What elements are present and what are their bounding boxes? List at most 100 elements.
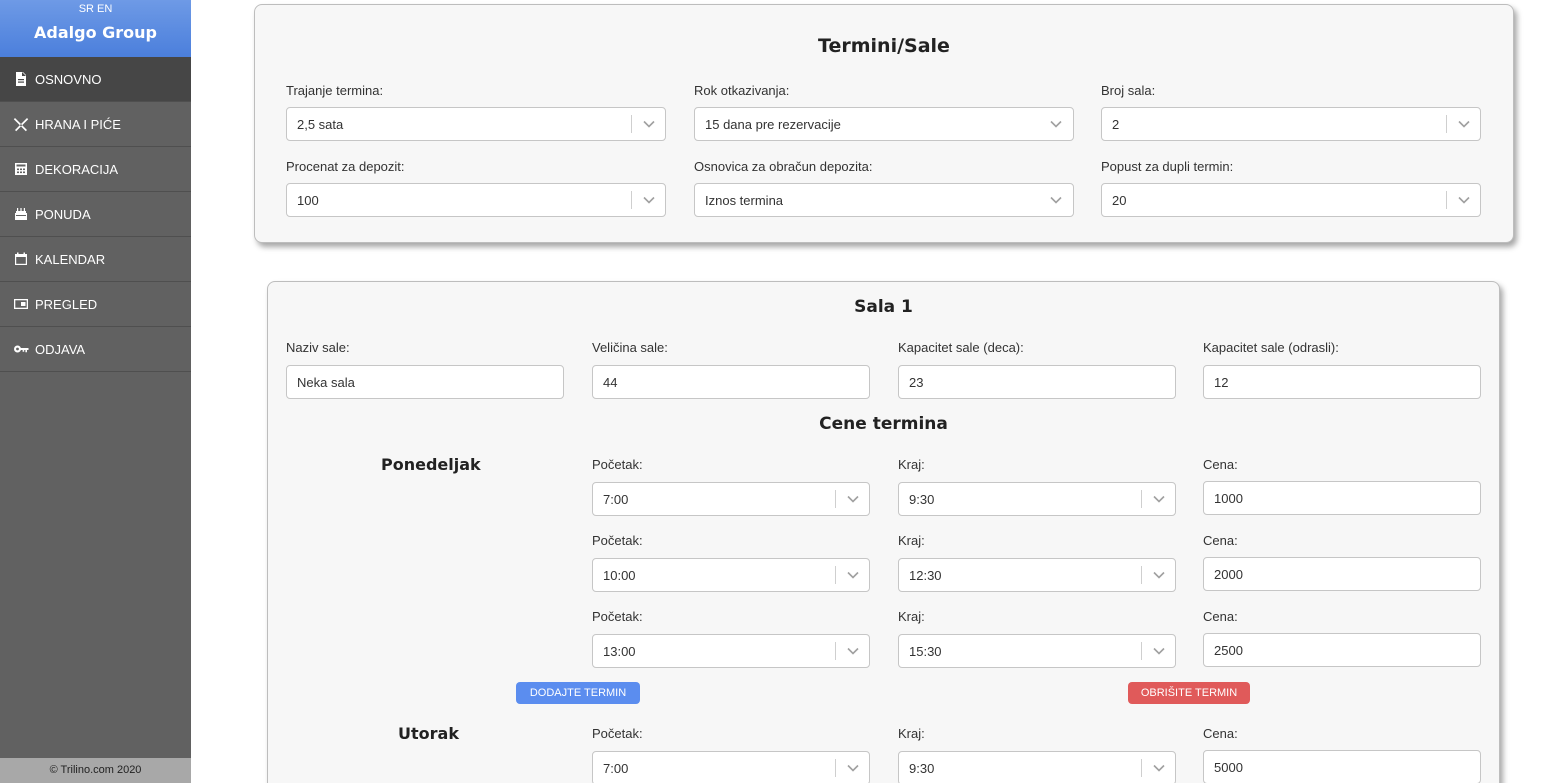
brand-header: SR EN Adalgo Group (0, 0, 191, 57)
termini-sale-title: Termini/Sale (818, 35, 950, 57)
kapacitet-odrasli-value: 12 (1214, 374, 1229, 390)
procenat-label: Procenat za depozit: (286, 159, 405, 174)
trajanje-label: Trajanje termina: (286, 83, 384, 98)
kapacitet-odrasli-label: Kapacitet sale (odrasli): (1203, 340, 1339, 355)
lang-en-link[interactable]: EN (97, 3, 112, 15)
rok-label: Rok otkazivanja: (694, 83, 790, 98)
broj-sala-value: 2 (1112, 116, 1120, 132)
sidebar-item-label: PREGLED (35, 296, 98, 312)
sidebar-item-label: PONUDA (35, 206, 91, 222)
trajanje-select[interactable]: 2,5 sata (286, 107, 666, 141)
delete-termin-button[interactable]: OBRIŠITE TERMIN (1128, 682, 1250, 704)
pocetak-label: Početak: (592, 726, 643, 741)
chevron-down-icon (836, 764, 869, 772)
sidebar-item-label: DEKORACIJA (35, 161, 119, 177)
kraj-label: Kraj: (898, 726, 925, 741)
kraj-select[interactable]: 9:30 (898, 751, 1176, 783)
pocetak-value: 7:00 (603, 491, 629, 507)
brand-name: Adalgo Group (34, 23, 157, 42)
pocetak-value: 13:00 (603, 643, 636, 659)
calendar-icon (12, 250, 30, 268)
cene-termina-title: Cene termina (819, 414, 948, 434)
document-icon (12, 70, 30, 88)
sidebar-item-dekoracija[interactable]: DEKORACIJA (0, 147, 191, 192)
sidebar-item-label: ODJAVA (35, 341, 86, 357)
sidebar-item-osnovno[interactable]: OSNOVNO (0, 57, 191, 102)
kraj-value: 9:30 (909, 760, 935, 776)
kraj-value: 9:30 (909, 491, 935, 507)
kraj-label: Kraj: (898, 609, 925, 624)
rok-select[interactable]: 15 dana pre rezervacije (694, 107, 1074, 141)
sidebar-item-odjava[interactable]: ODJAVA (0, 327, 191, 372)
lang-sr-link[interactable]: SR (79, 3, 94, 15)
osnovica-select[interactable]: Iznos termina (694, 183, 1074, 217)
sala-title: Sala 1 (854, 297, 913, 317)
sidebar-item-pregled[interactable]: PREGLED (0, 282, 191, 327)
chevron-down-icon (836, 647, 869, 655)
cena-input[interactable]: 1000 (1203, 481, 1481, 515)
sidebar-item-hrana-i-pice[interactable]: HRANA I PIĆE (0, 102, 191, 147)
cena-value: 2000 (1214, 566, 1243, 582)
procenat-value: 100 (297, 192, 319, 208)
broj-sala-label: Broj sala: (1101, 83, 1156, 98)
velicina-sale-input[interactable]: 44 (592, 365, 870, 399)
pocetak-select[interactable]: 7:00 (592, 751, 870, 783)
kraj-label: Kraj: (898, 457, 925, 472)
day-name-ponedeljak: Ponedeljak (381, 455, 481, 474)
add-termin-button[interactable]: DODAJTE TERMIN (516, 682, 640, 704)
pocetak-value: 7:00 (603, 760, 629, 776)
pocetak-select[interactable]: 10:00 (592, 558, 870, 592)
sala-card: Sala 1 Naziv sale: Neka sala Veličina sa… (267, 281, 1500, 783)
utensils-icon (12, 115, 30, 133)
kapacitet-deca-label: Kapacitet sale (deca): (898, 340, 1024, 355)
cena-label: Cena: (1203, 609, 1238, 624)
popust-label: Popust za dupli termin: (1101, 159, 1234, 174)
day-name-utorak: Utorak (398, 724, 459, 743)
pocetak-label: Početak: (592, 609, 643, 624)
procenat-select[interactable]: 100 (286, 183, 666, 217)
cena-label: Cena: (1203, 726, 1238, 741)
trajanje-value: 2,5 sata (297, 116, 344, 132)
chevron-down-icon (1142, 764, 1175, 772)
velicina-sale-value: 44 (603, 374, 618, 390)
chevron-down-icon (836, 495, 869, 503)
cena-input[interactable]: 2000 (1203, 557, 1481, 591)
popust-select[interactable]: 20 (1101, 183, 1481, 217)
chevron-down-icon (1447, 120, 1480, 128)
sidebar-item-kalendar[interactable]: KALENDAR (0, 237, 191, 282)
chevron-down-icon (1039, 120, 1073, 128)
naziv-sale-value: Neka sala (297, 374, 355, 390)
chevron-down-icon (1142, 647, 1175, 655)
cena-input[interactable]: 5000 (1203, 750, 1481, 783)
popust-value: 20 (1112, 192, 1127, 208)
cena-value: 5000 (1214, 759, 1243, 775)
chevron-down-icon (1039, 196, 1073, 204)
pocetak-select[interactable]: 7:00 (592, 482, 870, 516)
naziv-sale-input[interactable]: Neka sala (286, 365, 564, 399)
sidebar-item-label: OSNOVNO (35, 71, 102, 87)
sidebar-item-ponuda[interactable]: PONUDA (0, 192, 191, 237)
cena-input[interactable]: 2500 (1203, 633, 1481, 667)
language-switcher: SR EN (0, 0, 191, 18)
osnovica-label: Osnovica za obračun depozita: (694, 159, 873, 174)
termini-sale-card: Termini/Sale Trajanje termina: 2,5 sata … (254, 4, 1514, 243)
broj-sala-select[interactable]: 2 (1101, 107, 1481, 141)
cena-label: Cena: (1203, 457, 1238, 472)
pocetak-value: 10:00 (603, 567, 636, 583)
chevron-down-icon (632, 196, 665, 204)
chevron-down-icon (1447, 196, 1480, 204)
sidebar-item-label: KALENDAR (35, 251, 106, 267)
chevron-down-icon (1142, 495, 1175, 503)
calculator-icon (12, 160, 30, 178)
cake-icon (12, 205, 30, 223)
kraj-select[interactable]: 12:30 (898, 558, 1176, 592)
kraj-select[interactable]: 9:30 (898, 482, 1176, 516)
chevron-down-icon (1142, 571, 1175, 579)
key-icon (12, 340, 30, 358)
kapacitet-deca-input[interactable]: 23 (898, 365, 1176, 399)
chevron-down-icon (632, 120, 665, 128)
kraj-select[interactable]: 15:30 (898, 634, 1176, 668)
pocetak-select[interactable]: 13:00 (592, 634, 870, 668)
kraj-label: Kraj: (898, 533, 925, 548)
kapacitet-odrasli-input[interactable]: 12 (1203, 365, 1481, 399)
